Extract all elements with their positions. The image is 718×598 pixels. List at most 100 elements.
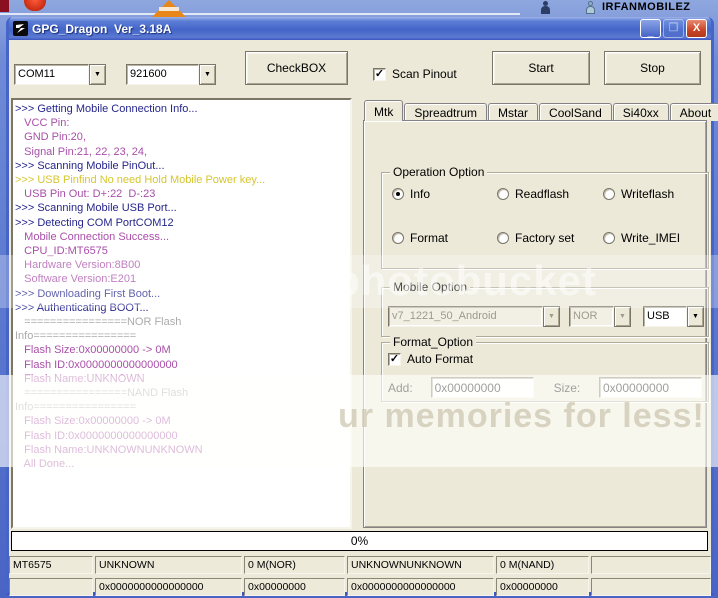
radio-writeflash[interactable]: Writeflash [603,187,704,201]
log-line: Flash Size:0x00000000 -> 0M [15,344,171,357]
close-button[interactable]: X [686,19,707,38]
connection-select[interactable]: USB ▼ [643,306,704,327]
add-label: Add: [388,380,413,395]
status-cell-r2-c3: 0x00000000 [244,578,345,596]
log-line: Info================ [15,401,137,414]
vlc-cone-icon[interactable] [152,0,186,17]
radio-format[interactable]: Format [392,231,497,245]
log-line: ================NOR Flash [15,316,182,329]
desktop-background: IRFANMOBILEZ [0,0,718,17]
maximize-button[interactable]: ❒ [663,19,684,38]
chevron-down-icon: ▼ [614,306,631,327]
progress-value: 0% [350,534,369,548]
stop-button-label: Stop [640,61,665,75]
status-cell-r1-c1: MT6575 [9,556,93,574]
log-line: Software Version:E201 [15,273,137,286]
status-cell-r2-c5: 0x00000000 [496,578,589,596]
radio-info[interactable]: Info [392,187,497,201]
log-line: Hardware Version:8B00 [15,259,141,272]
desktop-username: IRFANMOBILEZ [602,1,691,13]
radio-label: Readflash [515,187,570,201]
radio-icon[interactable] [497,188,509,200]
client-area: COM11 ▼ 921600 ▼ CheckBOX ✓ Scan Pinout … [9,40,718,596]
tab-mstar[interactable]: Mstar [488,103,539,121]
tab-strip: MtkSpreadtrumMstarCoolSandSi40xxAbout US [364,100,718,134]
radio-label: Info [410,187,431,201]
com-port-select[interactable]: COM11 ▼ [14,64,106,85]
tab-si40xx[interactable]: Si40xx [612,103,669,121]
log-line: Flash ID:0x0000000000000000 [15,358,178,371]
tab-mtk[interactable]: Mtk [364,100,404,121]
browser-icon[interactable] [24,0,46,11]
desktop-icon-fragment [0,0,9,12]
chevron-down-icon: ▼ [543,306,560,327]
size-input[interactable] [599,377,702,398]
radio-icon[interactable] [603,188,615,200]
log-line: >>> Scanning Mobile PinOut... [15,159,165,172]
radio-write_imei[interactable]: Write_IMEI [603,231,704,245]
size-label: Size: [553,380,581,395]
baud-rate-select[interactable]: 921600 ▼ [126,64,216,85]
operation-option-group: Operation Option Info Readflash Writeflash… [381,165,709,269]
start-button[interactable]: Start [492,51,590,85]
auto-format-checkbox[interactable]: ✓ Auto Format [388,352,473,366]
boot-file-value: v7_1221_50_Android [388,306,543,327]
tab-coolsand[interactable]: CoolSand [539,103,612,121]
log-line: >>> Scanning Mobile USB Port... [15,202,177,215]
window-title: GPG_Dragon Ver_3.18A [32,21,172,36]
app-icon [13,21,28,36]
checkbox-check-icon[interactable]: ✓ [388,352,401,366]
log-line: Flash Name:UNKNOWNUNKNOWN [15,443,203,456]
log-line: >>> Getting Mobile Connection Info... [15,103,198,115]
radio-readflash[interactable]: Readflash [497,187,603,201]
log-line: VCC Pin: [15,117,70,130]
checkbox-button-label: CheckBOX [266,61,327,75]
radio-icon[interactable] [392,232,404,244]
boot-file-select: v7_1221_50_Android ▼ [388,306,560,327]
flash-type-value: NOR [569,306,614,327]
log-line: ================NAND Flash [15,387,189,400]
chevron-down-icon[interactable]: ▼ [687,306,704,327]
scan-pinout-checkbox[interactable]: ✓ Scan Pinout [373,67,457,81]
log-panel[interactable]: >>> Getting Mobile Connection Info... VC… [11,98,352,529]
log-line: Mobile Connection Success... [15,230,170,243]
mobile-option-group: Mobile Option v7_1221_50_Android ▼ NOR ▼… [381,280,709,337]
auto-format-label: Auto Format [407,352,474,366]
format-option-group: Format_Option ✓ Auto Format Add: Size: [381,335,709,402]
radio-label: Write_IMEI [621,231,681,245]
chevron-down-icon[interactable]: ▼ [89,64,106,85]
log-line: Flash Name:UNKNOWN [15,372,145,385]
user-account-icon [585,1,596,14]
status-bar: MT6575 UNKNOWN 0 M(NOR) UNKNOWNUNKNOWN 0 M(N… [9,556,711,598]
stop-button[interactable]: Stop [604,51,701,85]
status-cell-r1-c3: 0 M(NOR) [244,556,345,574]
radio-label: Factory set [515,231,575,245]
radio-icon[interactable] [497,232,509,244]
format-option-title: Format_Option [390,335,477,349]
status-cell-r1-c5: 0 M(NAND) [496,556,589,574]
chevron-down-icon[interactable]: ▼ [199,64,216,85]
add-input[interactable] [430,377,534,398]
log-line: Flash Size:0x00000000 -> 0M [15,415,171,428]
radio-icon[interactable] [603,232,615,244]
minimize-button[interactable]: _ [640,19,661,38]
com-port-value: COM11 [14,64,89,85]
mobile-option-title: Mobile Option [390,280,471,294]
messenger-icon[interactable] [540,1,551,14]
radio-factory-set[interactable]: Factory set [497,231,603,245]
checkbox-check-icon[interactable]: ✓ [373,67,386,81]
status-cell-r2-c1 [9,578,93,596]
log-line: Info================ [15,330,137,343]
log-line: >>> Detecting COM PortCOM12 [15,216,174,229]
tab-about-us[interactable]: About US [669,103,718,134]
status-cell-r2-c2: 0x0000000000000000 [95,578,242,596]
title-bar[interactable]: GPG_Dragon Ver_3.18A _ ❒ X [9,17,711,40]
log-line: >>> USB Pinfind No need Hold Mobile Powe… [15,174,266,187]
status-cell-r1-c4: UNKNOWNUNKNOWN [347,556,494,574]
tab-spreadtrum[interactable]: Spreadtrum [404,103,488,121]
log-line: Signal Pin:21, 22, 23, 24, [15,145,148,158]
radio-icon[interactable] [392,188,404,200]
log-line: USB Pin Out: D+:22 D-:23 [15,188,156,201]
desktop-window-edge [0,13,520,15]
checkbox-button[interactable]: CheckBOX [245,51,348,85]
